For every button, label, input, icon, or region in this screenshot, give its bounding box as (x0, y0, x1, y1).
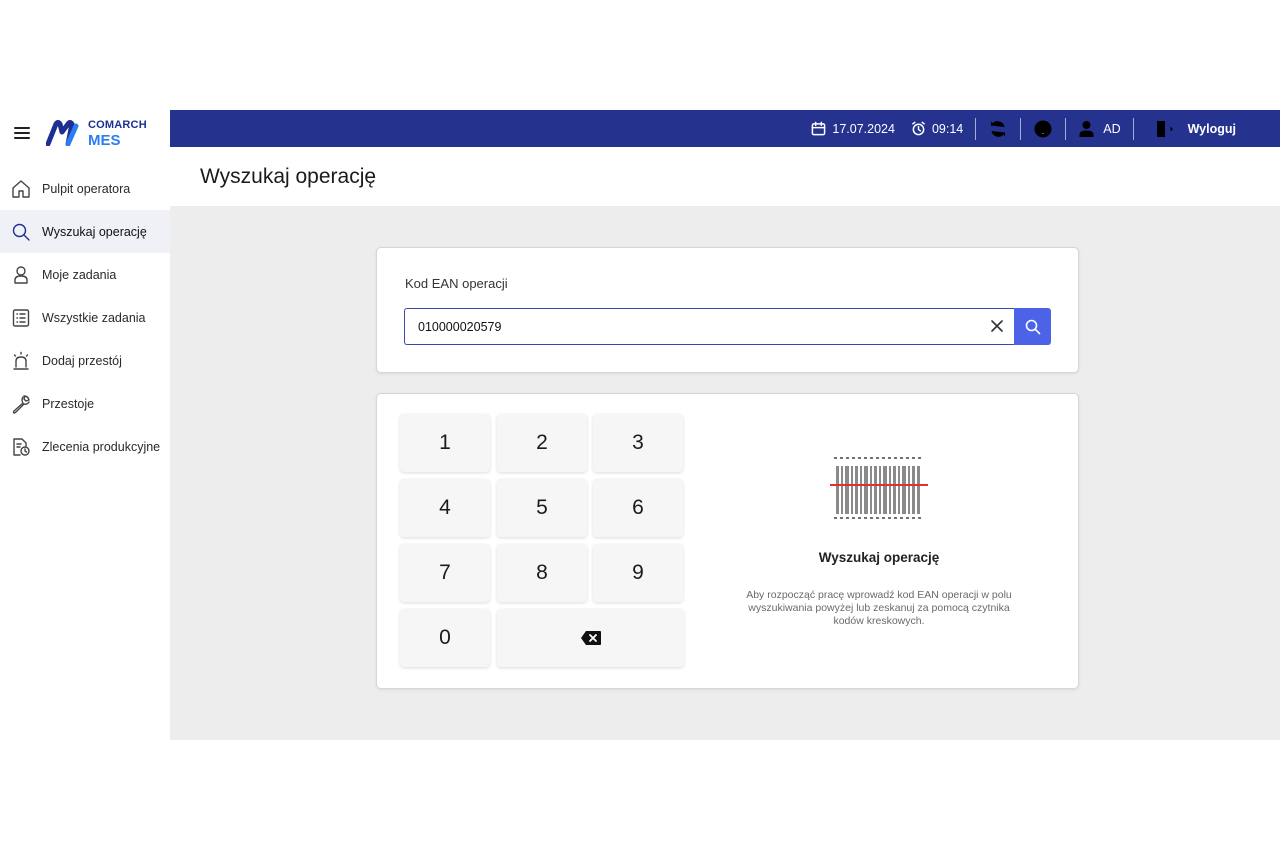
page-title: Wyszukaj operację (200, 164, 377, 188)
date-display: 17.07.2024 (811, 121, 895, 136)
user-icon (1079, 120, 1094, 137)
search-icon (1025, 319, 1040, 334)
logout-button[interactable]: Wyloguj (1146, 119, 1236, 139)
sidebar-item-przestoje[interactable]: Przestoje (0, 382, 170, 425)
refresh-button[interactable] (988, 119, 1008, 139)
calendar-icon (812, 121, 826, 136)
user-initials: AD (1103, 121, 1121, 136)
home-icon (10, 178, 32, 200)
sidebar-nav: Pulpit operatora Wyszukaj operację Moje … (0, 167, 170, 468)
key-8[interactable]: 8 (497, 544, 587, 602)
barcode-scan-icon (830, 457, 928, 519)
page-header: Wyszukaj operację (170, 147, 1280, 206)
search-icon (10, 221, 32, 243)
key-5[interactable]: 5 (497, 479, 587, 537)
current-date: 17.07.2024 (832, 121, 895, 136)
search-button[interactable] (1014, 308, 1051, 345)
sidebar-item-label: Wszystkie zadania (42, 310, 146, 325)
sidebar-item-wszystkie-zadania[interactable]: Wszystkie zadania (0, 296, 170, 339)
logo-mark-icon (46, 120, 79, 146)
divider (1065, 117, 1067, 140)
time-display: 09:14 (911, 121, 963, 136)
brand-bar: COMARCH MES (0, 110, 170, 156)
alarm-light-icon (10, 350, 32, 372)
ean-field-label: Kod EAN operacji (405, 276, 508, 291)
comarch-mes-logo: COMARCH MES (46, 118, 147, 148)
sidebar-item-zlecenia-produkcyjne[interactable]: Zlecenia produkcyjne (0, 425, 170, 468)
clear-input-button[interactable] (989, 318, 1005, 334)
person-icon (10, 264, 32, 286)
info-description: Aby rozpocząć pracę wprowadź kod EAN ope… (746, 589, 1012, 627)
key-1[interactable]: 1 (400, 414, 490, 472)
sidebar-item-pulpit-operatora[interactable]: Pulpit operatora (0, 167, 170, 210)
refresh-icon (991, 120, 1006, 137)
numeric-keypad: 1 2 3 4 5 6 7 8 9 0 (400, 414, 684, 668)
list-icon (10, 307, 32, 329)
info-title: Wyszukaj operację (818, 550, 940, 565)
key-3[interactable]: 3 (593, 414, 683, 472)
wrench-icon (10, 393, 32, 415)
logout-label: Wyloguj (1187, 121, 1236, 136)
help-button[interactable] (1033, 119, 1053, 139)
logout-door-icon (1156, 120, 1173, 137)
key-7[interactable]: 7 (400, 544, 490, 602)
search-row (404, 308, 1051, 345)
key-0[interactable]: 0 (400, 609, 490, 667)
hamburger-menu-icon[interactable] (14, 127, 30, 139)
app-window: COMARCH MES Pulpit operatora Wyszukaj op… (0, 110, 1280, 740)
backspace-key[interactable] (497, 609, 684, 667)
sidebar-item-label: Wyszukaj operację (42, 224, 147, 239)
divider (975, 117, 977, 140)
divider (1020, 117, 1022, 140)
user-menu[interactable]: AD (1078, 120, 1121, 138)
key-4[interactable]: 4 (400, 479, 490, 537)
keypad-card: 1 2 3 4 5 6 7 8 9 0 Wyszukaj operację Ab… (376, 393, 1079, 689)
alarm-clock-icon (912, 121, 925, 136)
logo-text-comarch: COMARCH (88, 119, 147, 131)
current-time: 09:14 (931, 121, 964, 136)
sidebar-item-label: Pulpit operatora (42, 181, 131, 196)
sidebar-item-label: Dodaj przestój (42, 353, 122, 368)
sidebar-item-label: Moje zadania (42, 267, 117, 282)
sidebar-item-dodaj-przestoj[interactable]: Dodaj przestój (0, 339, 170, 382)
document-clock-icon (10, 436, 32, 458)
key-6[interactable]: 6 (593, 479, 683, 537)
scan-info: Wyszukaj operację Aby rozpocząć pracę wp… (719, 454, 1039, 628)
main-content: Kod EAN operacji 1 2 3 4 5 6 7 8 (170, 206, 1280, 740)
key-9[interactable]: 9 (593, 544, 683, 602)
ean-search-input[interactable] (404, 308, 1014, 345)
sidebar: COMARCH MES Pulpit operatora Wyszukaj op… (0, 110, 170, 740)
sidebar-item-label: Zlecenia produkcyjne (42, 439, 161, 454)
help-icon (1034, 120, 1052, 137)
sidebar-item-wyszukaj-operacje[interactable]: Wyszukaj operację (0, 210, 170, 253)
sidebar-item-label: Przestoje (42, 396, 95, 411)
top-bar: 17.07.2024 09:14 AD Wyloguj (170, 110, 1280, 147)
key-2[interactable]: 2 (497, 414, 587, 472)
sidebar-item-moje-zadania[interactable]: Moje zadania (0, 253, 170, 296)
backspace-icon (580, 631, 601, 645)
divider (1132, 117, 1134, 140)
close-icon (991, 320, 1003, 332)
logo-text-mes: MES (88, 132, 121, 149)
search-card: Kod EAN operacji (376, 247, 1079, 373)
